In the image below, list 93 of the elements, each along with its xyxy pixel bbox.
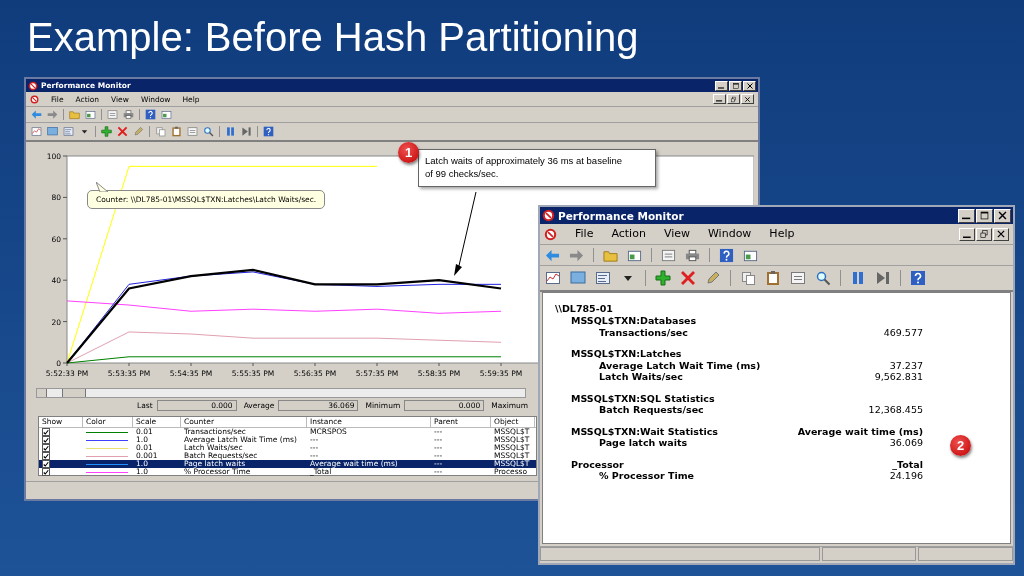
callout-text: Latch waits of approximately 36 ms at baseline of 99 checks/sec.	[425, 155, 622, 179]
report-icon[interactable]	[595, 270, 611, 286]
back-arrow-icon[interactable]	[31, 109, 42, 120]
app-icon	[28, 80, 38, 91]
restore-icon	[979, 229, 989, 239]
screen-icon[interactable]	[47, 126, 58, 137]
close-button[interactable]	[743, 80, 756, 91]
cross-icon[interactable]	[680, 270, 696, 286]
chart-icon[interactable]	[31, 126, 42, 137]
slide-title: Example: Before Hash Partitioning	[26, 14, 639, 61]
counter-name: Page latch waits	[598, 437, 688, 449]
close-button[interactable]	[994, 208, 1011, 223]
counter-name: % Processor Time	[598, 470, 694, 482]
maximize-button[interactable]	[976, 208, 993, 223]
counter-value: 37.237	[889, 359, 923, 371]
object-name: MSSQL$TXN:SQL Statistics	[570, 392, 715, 404]
step-icon[interactable]	[875, 270, 891, 286]
maximize-icon	[731, 81, 740, 90]
minimize-icon	[963, 235, 971, 239]
scrollbar[interactable]	[36, 388, 526, 398]
menu-item[interactable]: Window	[708, 227, 752, 241]
help-icon[interactable]	[145, 109, 156, 120]
pause-icon[interactable]	[225, 126, 236, 137]
counter-value: 12,368.455	[868, 404, 923, 416]
cross-icon[interactable]	[117, 126, 128, 137]
clipboard-icon[interactable]	[765, 270, 781, 286]
window-title: Performance Monitor	[558, 209, 684, 222]
computer-name: \\DL785-01	[555, 303, 613, 315]
close-button[interactable]	[741, 94, 754, 104]
menu-item[interactable]: Help	[769, 227, 795, 241]
instance-name: _Total	[892, 458, 923, 470]
window-icon[interactable]	[85, 109, 96, 120]
menu-item[interactable]: Action	[611, 227, 646, 241]
close-icon	[744, 95, 751, 103]
plus-icon[interactable]	[655, 270, 671, 286]
document-icon[interactable]	[790, 270, 806, 286]
window-icon[interactable]	[161, 109, 172, 120]
pause-icon[interactable]	[850, 270, 866, 286]
object-name: MSSQL$TXN:Latches	[570, 348, 682, 360]
magnifier-icon[interactable]	[203, 126, 214, 137]
restore-button[interactable]	[976, 227, 992, 241]
chart-icon[interactable]	[545, 270, 561, 286]
maximize-icon	[979, 210, 990, 221]
object-name: MSSQL$TXN:Wait Statistics	[570, 425, 718, 437]
help-icon[interactable]	[719, 247, 734, 263]
report-icon[interactable]	[63, 126, 74, 137]
back-arrow-icon[interactable]	[545, 247, 560, 263]
step-icon[interactable]	[241, 126, 252, 137]
printer-icon[interactable]	[123, 109, 134, 120]
minimize-button[interactable]	[958, 208, 975, 223]
minimize-button[interactable]	[959, 227, 975, 241]
document-icon[interactable]	[187, 126, 198, 137]
copy-icon[interactable]	[155, 126, 166, 137]
screen-icon[interactable]	[570, 270, 586, 286]
close-icon	[745, 81, 754, 90]
pencil-icon[interactable]	[705, 270, 721, 286]
minimize-icon	[962, 217, 971, 220]
counter-name: Latch Waits/sec	[598, 371, 683, 383]
counter-value: 24.196	[889, 470, 923, 482]
minimize-button[interactable]	[713, 94, 726, 104]
object-name: Processor	[570, 458, 624, 470]
close-icon	[996, 229, 1006, 239]
counter-name: Batch Requests/sec	[598, 404, 704, 416]
close-icon	[997, 210, 1008, 221]
document-icon[interactable]	[107, 109, 118, 120]
close-button[interactable]	[993, 227, 1009, 241]
menu-item[interactable]: View	[663, 227, 690, 241]
checkbox[interactable]	[42, 468, 50, 476]
magnifier-icon[interactable]	[815, 270, 831, 286]
counter-name: Transactions/sec	[598, 326, 688, 338]
app-icon	[30, 94, 39, 104]
restore-button[interactable]	[727, 94, 740, 104]
counter-value: 469.577	[883, 326, 923, 338]
help-icon[interactable]	[263, 126, 274, 137]
counter-value: 9,562.831	[874, 371, 923, 383]
clipboard-icon[interactable]	[171, 126, 182, 137]
app-icon	[542, 209, 555, 222]
help-icon[interactable]	[910, 270, 926, 286]
counter-value: 36.069	[889, 437, 923, 449]
maximize-button[interactable]	[729, 80, 742, 91]
restore-icon	[730, 95, 737, 103]
minimize-icon	[716, 100, 723, 103]
minimize-button[interactable]	[715, 80, 728, 91]
plus-icon[interactable]	[101, 126, 112, 137]
copy-icon[interactable]	[740, 270, 756, 286]
counter-name: Average Latch Wait Time (ms)	[598, 359, 761, 371]
document-icon[interactable]	[661, 247, 676, 263]
app-icon	[544, 227, 557, 241]
minimize-icon	[718, 86, 725, 89]
instance-name: Average wait time (ms)	[797, 425, 923, 437]
object-name: MSSQL$TXN:Databases	[570, 315, 697, 327]
menu-item[interactable]: File	[575, 227, 594, 241]
printer-icon[interactable]	[685, 247, 700, 263]
